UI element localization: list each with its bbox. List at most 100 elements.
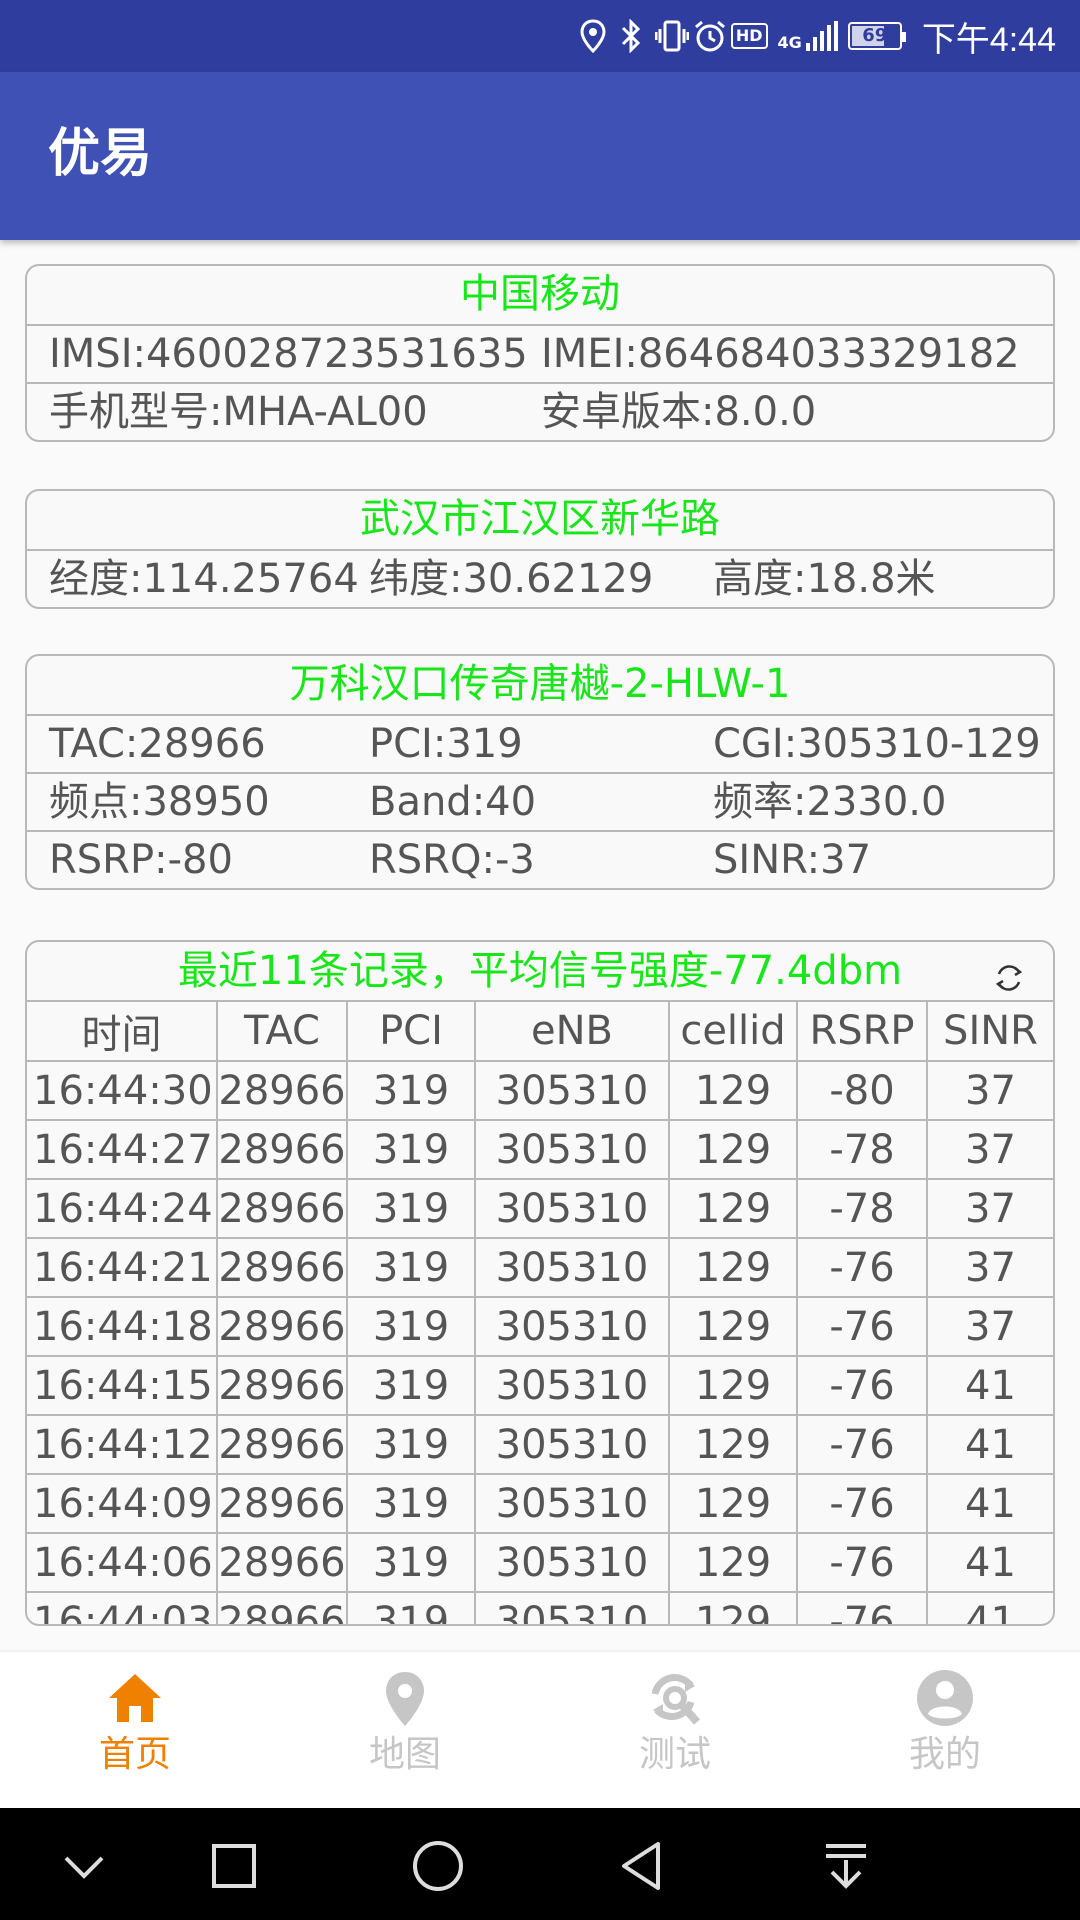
- nav-item-test[interactable]: 测试: [540, 1652, 810, 1808]
- table-cell: 28966: [216, 1237, 348, 1298]
- table-cell: 28966: [216, 1060, 348, 1121]
- nav-label-test: 测试: [638, 1734, 711, 1775]
- table-cell: 305310: [474, 1473, 670, 1534]
- table-cell: -78: [796, 1119, 928, 1180]
- records-summary: 最近11条记录，平均信号强度-77.4dbm: [177, 948, 903, 994]
- bluetooth-icon: [617, 18, 645, 54]
- status-bar: HD 4G 69 下午4:44: [0, 0, 1080, 72]
- card-title-row: 万科汉口传奇唐樾-2-HLW-1: [27, 656, 1053, 714]
- nav-label-map: 地图: [368, 1734, 441, 1775]
- table-cell: -80: [796, 1060, 928, 1121]
- table-cell: -78: [796, 1178, 928, 1239]
- table-cell: 129: [668, 1296, 798, 1357]
- nav-label-home: 首页: [98, 1734, 171, 1775]
- pci-text: PCI:319: [369, 721, 523, 767]
- table-cell: 41: [926, 1591, 1053, 1624]
- map-pin-icon: [386, 1672, 424, 1726]
- table-cell: -76: [796, 1591, 928, 1624]
- profile-icon: [917, 1670, 973, 1726]
- home-icon: [109, 1674, 161, 1722]
- status-icons: HD 4G 69 下午4:44: [579, 0, 1056, 72]
- recents-icon[interactable]: [204, 1836, 264, 1896]
- table-cell: 319: [346, 1060, 476, 1121]
- table-cell: -76: [796, 1414, 928, 1475]
- table-cell: 28966: [216, 1532, 348, 1593]
- vibrate-icon: [654, 19, 690, 53]
- table-cell: 16:44:30: [27, 1060, 218, 1121]
- records-card: 最近11条记录，平均信号强度-77.4dbm 时间 TAC PCI eNB cellid…: [25, 940, 1055, 1626]
- altitude-text: 高度:18.8米: [713, 556, 936, 602]
- table-cell: 37: [926, 1060, 1053, 1121]
- earfcn-text: 频点:38950: [49, 779, 270, 825]
- nav-item-home[interactable]: 首页: [0, 1652, 270, 1808]
- home-circle-icon[interactable]: [408, 1836, 468, 1896]
- column-header: RSRP: [796, 1002, 928, 1062]
- operator-card: 中国移动 IMSI:460028723531635 IMEI:864684033…: [25, 264, 1055, 442]
- table-cell: 16:44:18: [27, 1296, 218, 1357]
- table-cell: 16:44:03: [27, 1591, 218, 1624]
- column-header: eNB: [474, 1002, 670, 1062]
- table-cell: -76: [796, 1296, 928, 1357]
- table-cell: 41: [926, 1414, 1053, 1475]
- table-cell: 129: [668, 1119, 798, 1180]
- system-navigation-bar: [0, 1808, 1080, 1920]
- tac-text: TAC:28966: [49, 721, 266, 767]
- table-cell: 28966: [216, 1119, 348, 1180]
- table-row: 16:44:18 28966 319 305310 129 -76 37: [27, 1296, 1053, 1357]
- sinr-text: SINR:37: [713, 837, 872, 883]
- table-cell: 16:44:15: [27, 1355, 218, 1416]
- refresh-icon[interactable]: [991, 954, 1027, 991]
- notification-pull-icon[interactable]: [816, 1836, 876, 1896]
- android-version-text: 安卓版本:8.0.0: [541, 389, 817, 435]
- band-text: Band:40: [369, 779, 537, 825]
- table-cell: 28966: [216, 1591, 348, 1624]
- location-icon: [579, 19, 607, 54]
- coordinates-row: 经度:114.25764 纬度:30.62129 高度:18.8米: [27, 549, 1053, 607]
- column-header: PCI: [346, 1002, 476, 1062]
- test-icon: [651, 1674, 700, 1725]
- table-cell: 28966: [216, 1473, 348, 1534]
- app-bar: 优易: [0, 72, 1080, 240]
- table-cell: 16:44:21: [27, 1237, 218, 1298]
- table-cell: -76: [796, 1473, 928, 1534]
- address-text: 武汉市江汉区新华路: [360, 496, 720, 542]
- column-header: 时间: [27, 1002, 218, 1062]
- signal-bars: [805, 21, 838, 51]
- table-cell: 319: [346, 1473, 476, 1534]
- nav-item-profile[interactable]: 我的: [810, 1652, 1080, 1808]
- signal-row: RSRP:-80 RSRQ:-3 SINR:37: [27, 830, 1053, 888]
- table-cell: 129: [668, 1532, 798, 1593]
- table-cell: 16:44:27: [27, 1119, 218, 1180]
- table-cell: 28966: [216, 1178, 348, 1239]
- imsi-text: IMSI:460028723531635: [49, 331, 528, 377]
- table-cell: -76: [796, 1532, 928, 1593]
- card-title-row: 武汉市江汉区新华路: [27, 491, 1053, 549]
- bottom-navigation: 首页 地图 测试 我的: [0, 1652, 1080, 1808]
- table-cell: 129: [668, 1178, 798, 1239]
- status-time: 下午4:44: [921, 20, 1056, 59]
- battery-level: 69: [862, 25, 888, 46]
- rsrq-text: RSRQ:-3: [369, 837, 535, 883]
- table-cell: 16:44:24: [27, 1178, 218, 1239]
- table-row: 16:44:12 28966 319 305310 129 -76 41: [27, 1414, 1053, 1475]
- table-cell: 319: [346, 1532, 476, 1593]
- table-cell: 319: [346, 1296, 476, 1357]
- hd-icon: HD: [730, 23, 768, 49]
- nav-item-map[interactable]: 地图: [270, 1652, 540, 1808]
- table-cell: 16:44:12: [27, 1414, 218, 1475]
- table-cell: 41: [926, 1473, 1053, 1534]
- table-header-row: 时间 TAC PCI eNB cellid RSRP SINR: [27, 1002, 1053, 1062]
- chevron-down-icon[interactable]: [54, 1836, 114, 1896]
- back-icon[interactable]: [612, 1836, 672, 1896]
- table-cell: 16:44:06: [27, 1532, 218, 1593]
- cell-info-card: 万科汉口传奇唐樾-2-HLW-1 TAC:28966 PCI:319 CGI:3…: [25, 654, 1055, 890]
- table-cell: 129: [668, 1473, 798, 1534]
- table-cell: 16:44:09: [27, 1473, 218, 1534]
- table-cell: 37: [926, 1296, 1053, 1357]
- column-header: TAC: [216, 1002, 348, 1062]
- records-title-row: 最近11条记录，平均信号强度-77.4dbm: [27, 942, 1053, 1002]
- signal-4g-icon: 4G: [778, 21, 838, 51]
- app-title: 优易: [48, 124, 153, 184]
- table-cell: 41: [926, 1355, 1053, 1416]
- table-row: 16:44:09 28966 319 305310 129 -76 41: [27, 1473, 1053, 1534]
